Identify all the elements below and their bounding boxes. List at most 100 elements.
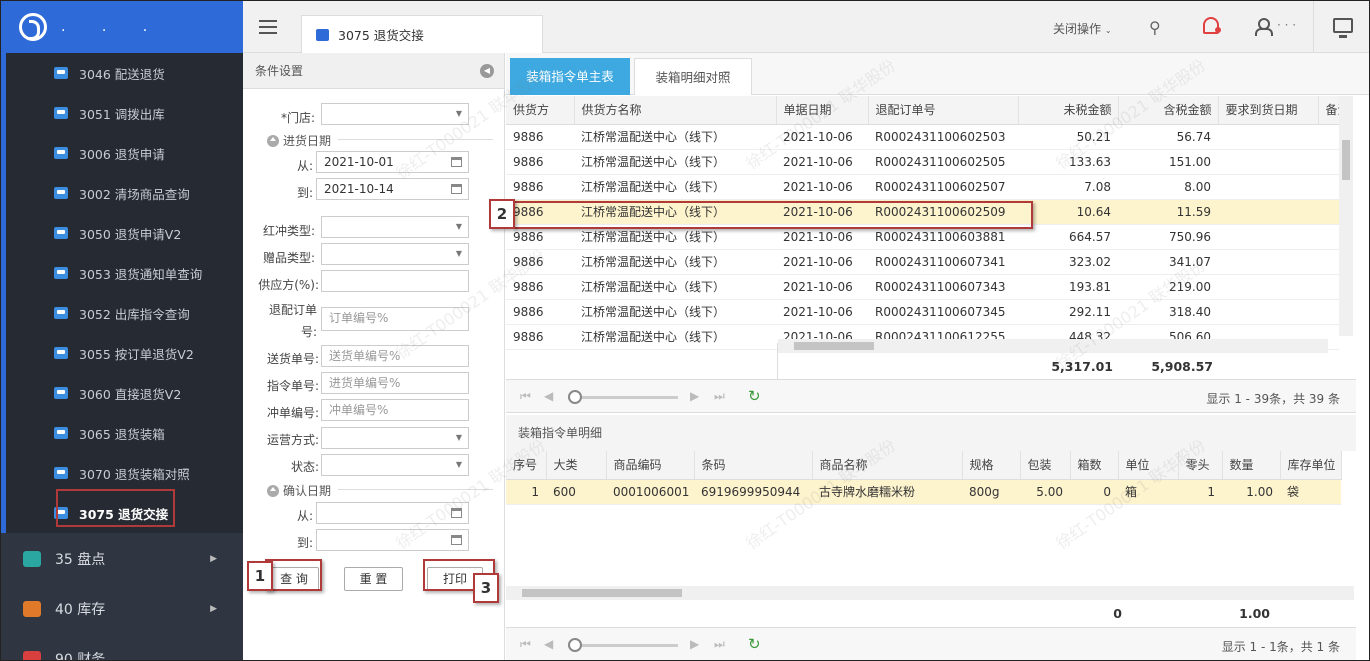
sidebar-item-3065[interactable]: 3065 退货装箱 (6, 413, 243, 453)
col-pack[interactable]: 包装 (1020, 451, 1071, 480)
prev-page-icon[interactable]: ◀ (544, 637, 553, 651)
table-row[interactable]: 9886 江桥常温配送中心（线下） 2021-10-06 R0002431100607… (506, 249, 1339, 275)
page-slider[interactable] (568, 396, 678, 399)
scroll-thumb[interactable] (1342, 140, 1350, 180)
next-page-icon[interactable]: ▶ (690, 389, 699, 403)
last-page-icon[interactable]: ⏭ (714, 637, 725, 652)
supply-input[interactable] (321, 270, 469, 292)
master-hscroll[interactable] (778, 339, 1328, 353)
stock-date-to[interactable]: 2021-10-14 (316, 178, 469, 200)
gift-select[interactable]: ▼ (321, 243, 469, 265)
col-seq[interactable]: 序号 (506, 451, 547, 480)
table-row[interactable]: 9886 江桥常温配送中心（线下） 2021-10-06 R0002431100607… (506, 274, 1339, 300)
col-net-amount[interactable]: 未税金额 (1018, 96, 1119, 125)
col-spec[interactable]: 规格 (962, 451, 1021, 480)
sidebar-item-3055[interactable]: 3055 按订单退货V2 (6, 333, 243, 373)
redflush-select[interactable]: ▼ (321, 216, 469, 238)
scroll-thumb[interactable] (522, 589, 682, 597)
flush-input[interactable]: 冲单编号% (321, 399, 469, 421)
col-boxes[interactable]: 箱数 (1070, 451, 1119, 480)
sidebar-group-finance[interactable]: 90 财务 (1, 635, 243, 660)
sidebar-item-3006[interactable]: 3006 退货申请 (6, 133, 243, 173)
prev-page-icon[interactable]: ◀ (544, 389, 553, 403)
monitor-icon[interactable] (1333, 18, 1353, 38)
col-category[interactable]: 大类 (546, 451, 607, 480)
cell-date: 2021-10-06 (776, 274, 868, 300)
sidebar-item-3002[interactable]: 3002 清场商品查询 (6, 173, 243, 213)
sidebar-item-3051[interactable]: 3051 调拨出库 (6, 93, 243, 133)
col-unit[interactable]: 单位 (1118, 451, 1179, 480)
reset-button[interactable]: 重 置 (344, 567, 403, 591)
col-date[interactable]: 单据日期 (776, 96, 869, 125)
col-gross-amount[interactable]: 含税金额 (1118, 96, 1219, 125)
sidebar-item-3052[interactable]: 3052 出库指令查询 (6, 293, 243, 333)
col-barcode[interactable]: 条码 (694, 451, 813, 480)
confirm-date-section[interactable]: 确认日期 (267, 482, 331, 499)
calendar-icon[interactable] (451, 184, 462, 194)
search-icon[interactable]: ⚲ (1149, 18, 1161, 37)
table-row[interactable]: 9886 江桥常温配送中心（线下） 2021-10-06 R0002431100602… (506, 149, 1339, 175)
col-product-name[interactable]: 商品名称 (812, 451, 963, 480)
sidebar-item-3050[interactable]: 3050 退货申请V2 (6, 213, 243, 253)
return-order-input[interactable]: 订单编号% (321, 307, 469, 331)
stock-date-section[interactable]: 进货日期 (267, 132, 331, 149)
cell-supplier: 9886 (506, 274, 574, 300)
confirm-date-from[interactable] (316, 502, 469, 524)
sidebar-group-stock[interactable]: 40 库存 ▶ (1, 585, 243, 633)
user-name[interactable]: · · · (1277, 18, 1296, 32)
calendar-icon[interactable] (451, 157, 462, 167)
col-return-order[interactable]: 退配订单号 (868, 96, 1019, 125)
first-page-icon[interactable]: ⏮ (520, 637, 531, 652)
cart-icon (54, 347, 68, 359)
refresh-icon[interactable]: ↻ (748, 387, 761, 405)
slider-knob[interactable] (568, 638, 582, 652)
col-qty[interactable]: 数量 (1222, 451, 1281, 480)
first-page-icon[interactable]: ⏮ (520, 389, 531, 404)
close-operations-dropdown[interactable]: 关闭操作 ⌄ (1053, 20, 1112, 37)
status-select[interactable]: ▼ (321, 454, 469, 476)
table-row[interactable]: 9886 江桥常温配送中心（线下） 2021-10-06 R0002431100607… (506, 299, 1339, 325)
master-vscroll[interactable] (1339, 96, 1353, 336)
delivery-input[interactable]: 送货单编号% (321, 345, 469, 367)
confirm-date-to[interactable] (316, 529, 469, 551)
refresh-icon[interactable]: ↻ (748, 635, 761, 653)
tab-master[interactable]: 装箱指令单主表 (510, 58, 630, 95)
sidebar-group-inventory-count[interactable]: 35 盘点 ▶ (1, 535, 243, 583)
detail-hscroll[interactable] (506, 586, 1354, 600)
store-select[interactable]: ▼ (321, 103, 469, 125)
col-supplier[interactable]: 供货方 (506, 96, 575, 125)
sum-gross: 5,908.57 (1151, 359, 1213, 374)
calendar-icon[interactable] (451, 508, 462, 518)
sidebar-item-3070[interactable]: 3070 退货装箱对照 (6, 453, 243, 493)
command-input[interactable]: 进货单编号% (321, 372, 469, 394)
collapse-icon[interactable]: ◀ (480, 64, 494, 78)
table-row[interactable]: 9886 江桥常温配送中心（线下） 2021-10-06 R0002431100602… (506, 174, 1339, 200)
stock-date-from[interactable]: 2021-10-01 (316, 151, 469, 173)
scroll-thumb[interactable] (794, 342, 874, 350)
sidebar-item-3046[interactable]: 3046 配送退货 (6, 53, 243, 93)
ops-select[interactable]: ▼ (321, 427, 469, 449)
col-product-code[interactable]: 商品编码 (606, 451, 695, 480)
user-icon[interactable] (1255, 18, 1273, 36)
sidebar-item-label: 3055 按订单退货V2 (79, 346, 194, 362)
cell-net: 323.02 (1018, 249, 1118, 275)
slider-knob[interactable] (568, 390, 582, 404)
tab-detail-compare[interactable]: 装箱明细对照 (634, 58, 752, 95)
tab-3075[interactable]: 3075 退货交接 (301, 15, 543, 53)
cart-icon (54, 147, 68, 159)
col-odd[interactable]: 零头 (1178, 451, 1223, 480)
table-row[interactable]: 9886 江桥常温配送中心（线下） 2021-10-06 R0002431100602… (506, 124, 1339, 150)
table-row[interactable]: 1 600 0001006001 6919699950944 古寺牌水磨糯米粉 … (506, 479, 1341, 505)
menu-icon[interactable] (259, 20, 277, 34)
calendar-icon[interactable] (451, 535, 462, 545)
sidebar-item-3053[interactable]: 3053 退货通知单查询 (6, 253, 243, 293)
col-stock-unit[interactable]: 库存单位 (1280, 451, 1342, 480)
col-supplier-name[interactable]: 供货方名称 (574, 96, 777, 125)
next-page-icon[interactable]: ▶ (690, 637, 699, 651)
sidebar-item-3060[interactable]: 3060 直接退货V2 (6, 373, 243, 413)
col-remark[interactable]: 备注 (1318, 96, 1340, 125)
cell-net: 7.08 (1018, 174, 1118, 200)
page-slider[interactable] (568, 644, 678, 647)
last-page-icon[interactable]: ⏭ (714, 389, 725, 404)
col-required-date[interactable]: 要求到货日期 (1218, 96, 1319, 125)
